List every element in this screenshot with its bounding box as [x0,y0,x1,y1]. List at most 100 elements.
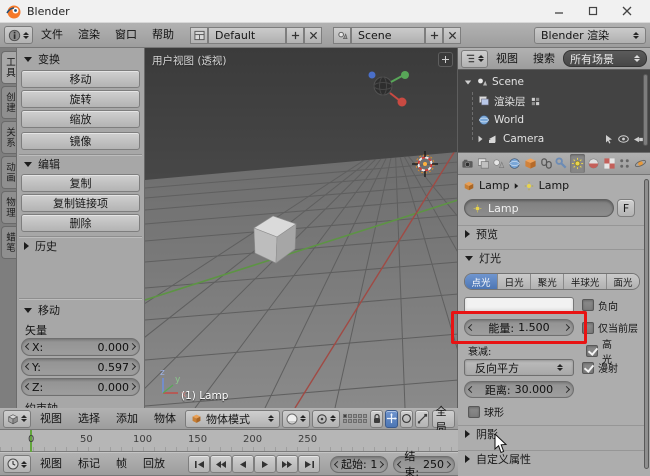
negative-checkbox[interactable] [582,299,594,311]
tab-texture[interactable] [602,154,617,173]
tab-relations[interactable]: 关系 [1,121,16,154]
decrement-chevron-icon[interactable] [467,385,476,394]
rotate-button[interactable]: 旋转 [21,90,140,108]
panel-header-lamp[interactable]: 灯光 [458,249,644,266]
duplicate-button[interactable]: 复制 [21,174,140,192]
screen-layout-field[interactable]: Default [208,26,286,44]
lamp-type-hemi[interactable]: 半球光 [564,274,607,289]
manipulator-translate-button[interactable] [385,409,399,428]
tab-material[interactable] [586,154,601,173]
lamp-type-sun[interactable]: 日光 [498,274,532,289]
panel-header-edit[interactable]: 编辑 [17,156,67,172]
z-field[interactable]: Z: 0.000 [21,378,140,396]
scale-button[interactable]: 缩放 [21,110,140,128]
lamp-type-point[interactable]: 点光 [465,274,499,289]
this-layer-only-checkbox[interactable] [582,321,594,334]
tab-physics[interactable]: 物理 [1,191,16,224]
expand-triangle-icon[interactable] [464,80,472,84]
tab-grease-pencil[interactable]: 蜡笔 [1,226,16,259]
decrement-chevron-icon[interactable] [397,460,405,468]
diffuse-option[interactable]: 漫射 [582,360,618,375]
object-menu[interactable]: 物体 [147,408,183,430]
play-reverse-button[interactable] [232,455,254,473]
select-menu[interactable]: 选择 [71,408,107,430]
manipulator-rotate-button[interactable] [400,409,414,428]
increment-chevron-icon[interactable] [128,382,137,391]
outliner-search-menu[interactable]: 搜索 [526,48,562,70]
tab-animation[interactable]: 动画 [1,156,16,189]
manipulator-scale-button[interactable] [415,409,429,428]
orientation-select[interactable]: 全局 [431,405,455,434]
maximize-button[interactable] [576,0,610,22]
jump-to-start-button[interactable] [188,455,210,473]
collapsed-triangle-icon[interactable] [478,135,483,143]
tab-object[interactable] [523,154,538,173]
x-field[interactable]: X: 0.000 [21,338,140,356]
menu-window[interactable]: 窗口 [108,24,144,46]
breadcrumb-object-name[interactable]: Lamp [479,179,510,192]
tree-row-camera[interactable]: Camera [478,130,644,148]
screen-layout-browse-button[interactable] [190,26,208,44]
view-menu[interactable]: 视图 [33,408,69,430]
timeline-marker-menu[interactable]: 标记 [71,453,107,475]
scene-browse-button[interactable] [333,26,351,44]
delete-button[interactable]: 删除 [21,214,140,232]
increment-chevron-icon[interactable] [562,323,571,332]
panel-header-history[interactable]: 历史 [17,238,64,254]
minimize-button[interactable] [542,0,576,22]
render-engine-select[interactable]: Blender 渲染 [534,26,646,44]
tab-object-data-lamp[interactable] [570,154,585,173]
decrement-chevron-icon[interactable] [24,362,33,371]
menu-file[interactable]: 文件 [34,24,70,46]
restrict-select-arrow-icon[interactable] [604,134,614,144]
tree-row-world[interactable]: World [478,111,524,129]
tab-particles[interactable] [618,154,633,173]
jump-to-end-button[interactable] [298,455,320,473]
timeline-editor-selector[interactable] [3,455,31,473]
region-expand-plus-button[interactable] [438,52,453,67]
menu-render[interactable]: 渲染 [71,24,107,46]
menu-help[interactable]: 帮助 [145,24,181,46]
increment-chevron-icon[interactable] [443,460,452,468]
specular-checkbox[interactable] [586,344,598,357]
sphere-option[interactable]: 球形 [468,404,504,419]
decrement-chevron-icon[interactable] [24,382,33,391]
duplicate-linked-button[interactable]: 复制链接项 [21,194,140,212]
close-button[interactable] [610,0,644,22]
scene-add-button[interactable] [425,26,443,44]
increment-chevron-icon[interactable] [562,385,571,394]
panel-header-shadow[interactable]: 阴影 [458,425,644,442]
outliner-editor-selector[interactable] [461,49,488,68]
outliner-display-mode-select[interactable]: 所有场景 [563,50,647,67]
panel-header-transform[interactable]: 变换 [17,51,67,67]
frame-end-field[interactable]: 结束: 250 [393,450,455,476]
shading-select[interactable] [282,409,310,428]
play-button[interactable] [254,455,276,473]
outliner-scrollbar[interactable] [643,74,648,146]
energy-field[interactable]: 能量: 1.500 [464,319,574,336]
lock-to-scene-button[interactable] [370,409,384,428]
increment-chevron-icon[interactable] [128,342,137,351]
negative-option[interactable]: 负向 [582,298,618,313]
tree-row-scene[interactable]: Scene [464,73,524,91]
tab-render-layers[interactable] [476,154,491,173]
timeline-frame-menu[interactable]: 帧 [109,453,134,475]
tab-constraints[interactable] [539,154,554,173]
pivot-select[interactable] [312,409,340,428]
mirror-button[interactable]: 镜像 [21,132,140,150]
outliner-view-menu[interactable]: 视图 [489,48,525,70]
decrement-chevron-icon[interactable] [24,342,33,351]
tab-create[interactable]: 创建 [1,86,16,119]
decrement-chevron-icon[interactable] [333,460,342,468]
lamp-color-swatch[interactable] [464,297,574,313]
layers-widget[interactable] [342,413,368,424]
lamp-name-field[interactable]: Lamp [464,199,614,217]
tab-render[interactable] [460,154,475,173]
prev-keyframe-button[interactable] [210,455,232,473]
tree-row-renderlayers[interactable]: 渲染层 [478,92,541,110]
timeline-view-menu[interactable]: 视图 [33,453,69,475]
frame-start-field[interactable]: 起始: 1 [330,455,389,473]
increment-chevron-icon[interactable] [128,362,137,371]
fake-user-button[interactable]: F [617,199,635,217]
mode-select[interactable]: 物体模式 [185,409,280,428]
